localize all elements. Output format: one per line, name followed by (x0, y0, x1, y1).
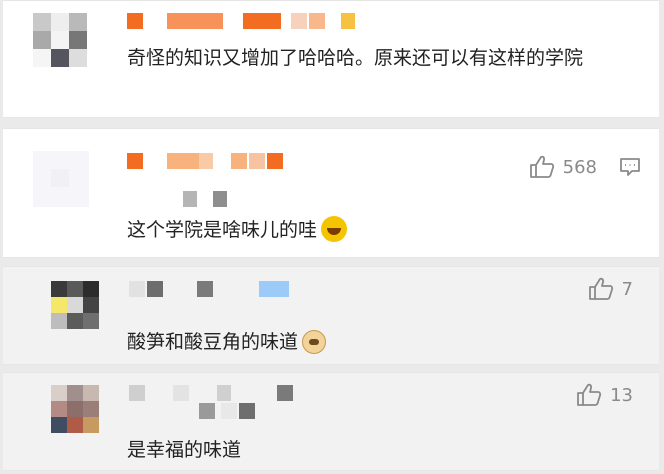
user-badge-redacted (183, 191, 243, 207)
reply-button[interactable] (619, 156, 641, 178)
comment-icon (620, 158, 640, 176)
like-count: 568 (562, 156, 597, 178)
user-badge-redacted (199, 403, 269, 419)
avatar[interactable] (33, 151, 89, 207)
doge-emoji (302, 330, 327, 354)
like-count: 13 (610, 384, 633, 406)
thumbs-up-icon (529, 155, 554, 178)
comment-actions: 7 (588, 277, 633, 301)
like-button[interactable]: 7 (588, 277, 633, 301)
avatar[interactable] (33, 13, 89, 69)
comment-text-content: 酸笋和酸豆角的味道 (127, 331, 299, 353)
username-redacted[interactable] (127, 13, 367, 29)
comment-text: 奇怪的知识又增加了哈哈哈。原来还可以有这样的学院 (127, 47, 584, 69)
comment-card: 568 这个学院是啥味儿的哇 (3, 128, 659, 258)
username-redacted[interactable] (129, 281, 299, 297)
avatar[interactable] (51, 281, 99, 329)
avatar[interactable] (51, 385, 99, 437)
comment-text-content: 这个学院是啥味儿的哇 (127, 219, 318, 241)
like-count: 7 (621, 278, 633, 300)
comment-actions: 568 (529, 155, 641, 179)
comment-text: 这个学院是啥味儿的哇 (127, 213, 627, 247)
comment-text: 酸笋和酸豆角的味道 (127, 325, 627, 359)
username-redacted[interactable] (127, 153, 287, 169)
laughing-tears-emoji (321, 216, 348, 242)
username-redacted[interactable] (129, 385, 299, 401)
reply-card: 7 酸笋和酸豆角的味道 (3, 266, 659, 365)
thumbs-up-icon (577, 383, 602, 406)
reply-card: 13 是幸福的味道 (3, 372, 659, 471)
like-button[interactable]: 13 (576, 383, 633, 407)
thumbs-up-icon (588, 277, 613, 300)
comment-card: 奇怪的知识又增加了哈哈哈。原来还可以有这样的学院 (3, 0, 659, 118)
comment-text-content: 是幸福的味道 (127, 439, 242, 461)
comment-actions: 13 (576, 383, 633, 407)
like-button[interactable]: 568 (529, 155, 597, 179)
comment-text: 是幸福的味道 (127, 433, 627, 467)
